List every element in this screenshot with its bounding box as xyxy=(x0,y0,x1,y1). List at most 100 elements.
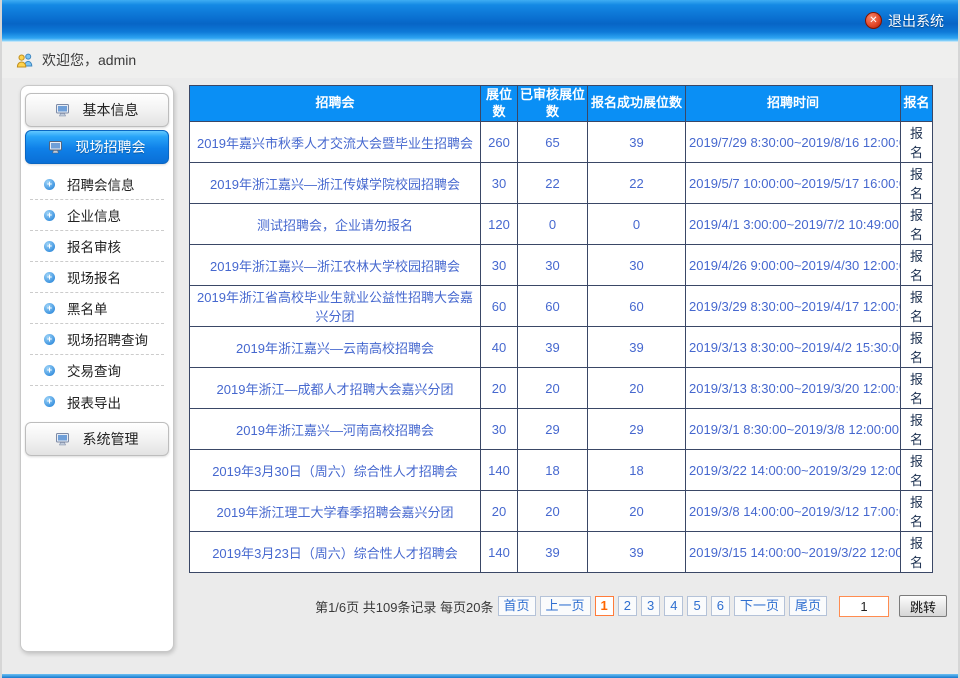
page-button-4[interactable]: 4 xyxy=(664,596,683,616)
sidebar-item-basic-info[interactable]: 基本信息 xyxy=(25,93,169,127)
plus-icon: + xyxy=(44,365,55,376)
close-icon: ✕ xyxy=(865,12,882,29)
table-row: 2019年3月23日（周六）综合性人才招聘会 140 39 39 2019/3/… xyxy=(190,532,933,573)
prev-page-button[interactable]: 上一页 xyxy=(540,596,591,616)
booth-count: 30 xyxy=(481,409,518,450)
apply-link[interactable]: 报名 xyxy=(910,372,923,406)
sidebar-item-label: 报名审核 xyxy=(67,236,121,256)
booth-count: 140 xyxy=(481,450,518,491)
sidebar-item-onsite-job-fair[interactable]: 现场招聘会 xyxy=(25,130,169,164)
last-page-button[interactable]: 尾页 xyxy=(789,596,827,616)
approved-count: 18 xyxy=(518,450,588,491)
sidebar-item-company-info[interactable]: + 企业信息 xyxy=(30,200,164,231)
fair-name-link[interactable]: 2019年浙江嘉兴—河南高校招聘会 xyxy=(236,423,434,438)
col-header-approved: 已审核展位数 xyxy=(518,86,588,122)
success-count: 39 xyxy=(588,532,686,573)
next-page-button[interactable]: 下一页 xyxy=(734,596,785,616)
sidebar-item-onsite-signup[interactable]: + 现场报名 xyxy=(30,262,164,293)
success-count: 0 xyxy=(588,204,686,245)
welcome-bar: 欢迎您，admin xyxy=(2,42,958,78)
success-count: 60 xyxy=(588,286,686,327)
table-header-row: 招聘会 展位数 已审核展位数 报名成功展位数 招聘时间 报名 xyxy=(190,86,933,122)
fair-name-link[interactable]: 2019年浙江嘉兴—浙江农林大学校园招聘会 xyxy=(210,259,460,274)
apply-link[interactable]: 报名 xyxy=(910,167,923,201)
recruit-time: 2019/3/1 8:30:00~2019/3/8 12:00:00 xyxy=(686,409,901,450)
page-button-1[interactable]: 1 xyxy=(595,596,614,616)
sidebar-item-system-management[interactable]: 系统管理 xyxy=(25,422,169,456)
sidebar-item-signup-review[interactable]: + 报名审核 xyxy=(30,231,164,262)
approved-count: 60 xyxy=(518,286,588,327)
logout-label: 退出系统 xyxy=(888,11,944,31)
bottom-border xyxy=(2,674,958,678)
approved-count: 65 xyxy=(518,122,588,163)
apply-link[interactable]: 报名 xyxy=(910,208,923,242)
fair-name-link[interactable]: 2019年浙江嘉兴—浙江传媒学院校园招聘会 xyxy=(210,177,460,192)
table-row: 2019年浙江省高校毕业生就业公益性招聘大会嘉兴分团 60 60 60 2019… xyxy=(190,286,933,327)
fair-name-link[interactable]: 2019年浙江嘉兴—云南高校招聘会 xyxy=(236,341,434,356)
col-header-fair: 招聘会 xyxy=(190,86,481,122)
first-page-button[interactable]: 首页 xyxy=(498,596,536,616)
sidebar-item-label: 现场招聘会 xyxy=(76,137,146,157)
apply-link[interactable]: 报名 xyxy=(910,536,923,570)
sidebar-item-blacklist[interactable]: + 黑名单 xyxy=(30,293,164,324)
recruit-time: 2019/3/29 8:30:00~2019/4/17 12:00:00 xyxy=(686,286,901,327)
table-row: 2019年浙江嘉兴—浙江传媒学院校园招聘会 30 22 22 2019/5/7 … xyxy=(190,163,933,204)
table-row: 测试招聘会，企业请勿报名 120 0 0 2019/4/1 3:00:00~20… xyxy=(190,204,933,245)
plus-icon: + xyxy=(44,210,55,221)
plus-icon: + xyxy=(44,179,55,190)
main-panel: 招聘会 展位数 已审核展位数 报名成功展位数 招聘时间 报名 2019年嘉兴市秋… xyxy=(174,85,958,674)
apply-link[interactable]: 报名 xyxy=(910,290,923,324)
sidebar-item-job-fair-info[interactable]: + 招聘会信息 xyxy=(30,169,164,200)
apply-link[interactable]: 报名 xyxy=(910,454,923,488)
approved-count: 20 xyxy=(518,368,588,409)
sidebar-item-label: 企业信息 xyxy=(67,205,121,225)
apply-link[interactable]: 报名 xyxy=(910,495,923,529)
fair-name-link[interactable]: 2019年嘉兴市秋季人才交流大会暨毕业生招聘会 xyxy=(197,136,473,151)
fair-name-link[interactable]: 2019年浙江理工大学春季招聘会嘉兴分团 xyxy=(217,505,454,520)
recruit-time: 2019/4/26 9:00:00~2019/4/30 12:00:00 xyxy=(686,245,901,286)
fair-name-link[interactable]: 2019年浙江—成都人才招聘大会嘉兴分团 xyxy=(217,382,454,397)
apply-link[interactable]: 报名 xyxy=(910,126,923,160)
apply-link[interactable]: 报名 xyxy=(910,331,923,365)
table-row: 2019年浙江嘉兴—河南高校招聘会 30 29 29 2019/3/1 8:30… xyxy=(190,409,933,450)
plus-icon: + xyxy=(44,334,55,345)
sidebar-item-report-export[interactable]: + 报表导出 xyxy=(30,386,164,417)
page-button-3[interactable]: 3 xyxy=(641,596,660,616)
table-row: 2019年浙江嘉兴—云南高校招聘会 40 39 39 2019/3/13 8:3… xyxy=(190,327,933,368)
fair-name-link[interactable]: 测试招聘会，企业请勿报名 xyxy=(257,218,413,233)
jump-button[interactable]: 跳转 xyxy=(899,595,947,617)
sidebar-item-transaction-query[interactable]: + 交易查询 xyxy=(30,355,164,386)
sidebar-item-label: 黑名单 xyxy=(67,298,108,318)
pagination-bar: 第1/6页 共109条记录 每页20条 首页 上一页 1 2 3 4 5 6 下… xyxy=(189,595,947,617)
approved-count: 0 xyxy=(518,204,588,245)
sidebar-item-onsite-recruit-query[interactable]: + 现场招聘查询 xyxy=(30,324,164,355)
page-button-6[interactable]: 6 xyxy=(711,596,730,616)
logout-button[interactable]: ✕ 退出系统 xyxy=(865,11,944,31)
fair-name-link[interactable]: 2019年3月30日（周六）综合性人才招聘会 xyxy=(212,464,458,479)
approved-count: 39 xyxy=(518,327,588,368)
col-header-booths: 展位数 xyxy=(481,86,518,122)
table-row: 2019年浙江嘉兴—浙江农林大学校园招聘会 30 30 30 2019/4/26… xyxy=(190,245,933,286)
booth-count: 20 xyxy=(481,491,518,532)
recruit-time: 2019/3/8 14:00:00~2019/3/12 17:00:00 xyxy=(686,491,901,532)
approved-count: 29 xyxy=(518,409,588,450)
success-count: 22 xyxy=(588,163,686,204)
page-button-2[interactable]: 2 xyxy=(618,596,637,616)
table-row: 2019年嘉兴市秋季人才交流大会暨毕业生招聘会 260 65 39 2019/7… xyxy=(190,122,933,163)
fair-name-link[interactable]: 2019年浙江省高校毕业生就业公益性招聘大会嘉兴分团 xyxy=(197,290,473,324)
apply-link[interactable]: 报名 xyxy=(910,249,923,283)
col-header-success: 报名成功展位数 xyxy=(588,86,686,122)
success-count: 18 xyxy=(588,450,686,491)
table-row: 2019年浙江—成都人才招聘大会嘉兴分团 20 20 20 2019/3/13 … xyxy=(190,368,933,409)
content-area: 基本信息 现场招聘会 + 招聘会信息 + 企业信息 xyxy=(2,78,958,674)
plus-icon: + xyxy=(44,396,55,407)
booth-count: 40 xyxy=(481,327,518,368)
approved-count: 20 xyxy=(518,491,588,532)
jump-page-input[interactable] xyxy=(839,596,889,617)
sidebar-item-label: 报表导出 xyxy=(67,392,121,412)
apply-link[interactable]: 报名 xyxy=(910,413,923,447)
approved-count: 39 xyxy=(518,532,588,573)
fair-name-link[interactable]: 2019年3月23日（周六）综合性人才招聘会 xyxy=(212,546,458,561)
table-row: 2019年浙江理工大学春季招聘会嘉兴分团 20 20 20 2019/3/8 1… xyxy=(190,491,933,532)
page-button-5[interactable]: 5 xyxy=(687,596,706,616)
